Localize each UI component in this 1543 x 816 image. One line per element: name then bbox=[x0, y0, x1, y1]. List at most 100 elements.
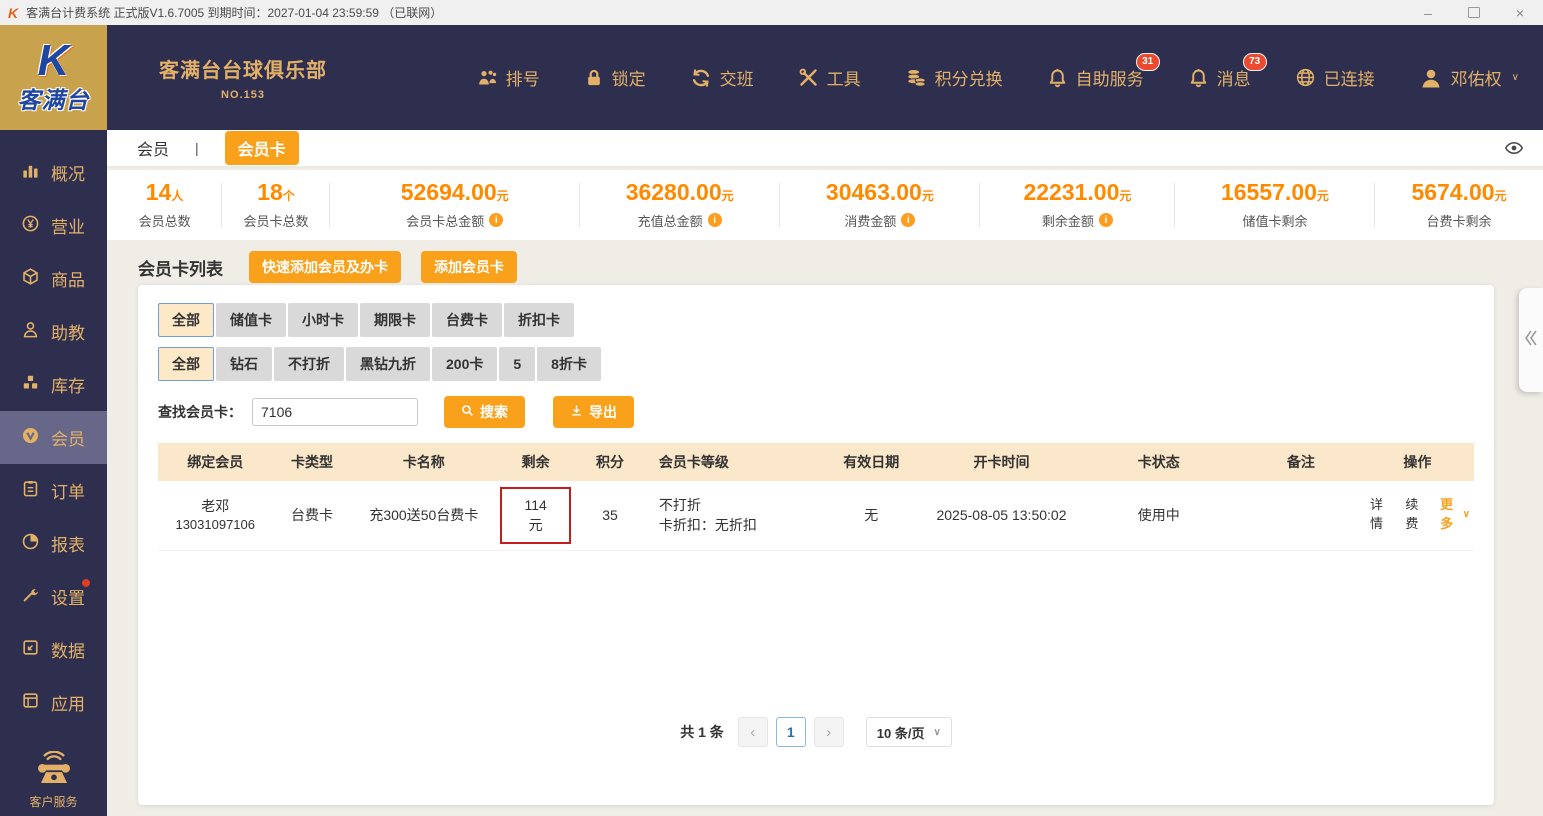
filter-level-black-diamond[interactable]: 黑钻九折 bbox=[346, 347, 430, 381]
nav-lock[interactable]: 锁定 bbox=[584, 65, 646, 90]
member-card-table: 绑定会员 卡类型 卡名称 剩余 积分 会员卡等级 有效日期 开卡时间 卡状态 备… bbox=[158, 443, 1474, 551]
settings-alert-dot bbox=[82, 579, 90, 587]
sidebar-item-members[interactable]: 会员 bbox=[0, 411, 107, 464]
prev-page-button[interactable]: ‹ bbox=[737, 717, 768, 747]
filter-level-no-discount[interactable]: 不打折 bbox=[274, 347, 344, 381]
stat-value: 5674.00 bbox=[1411, 178, 1495, 205]
nav-user-menu[interactable]: 邓佑权 ∨ bbox=[1419, 65, 1519, 90]
nav-label: 邓佑权 bbox=[1450, 70, 1502, 89]
nav-points-exchange[interactable]: 积分兑换 bbox=[905, 65, 1003, 90]
window-title-bar: K 客满台计费系统 正式版V1.6.7005 到期时间：2027-01-04 2… bbox=[0, 0, 1543, 25]
stat-value: 52694.00 bbox=[400, 178, 497, 205]
card-level: 不打折 bbox=[658, 497, 701, 513]
app-header: 客满台台球俱乐部 NO.153 排号 锁定 交班 工具 积分兑换 自助服务 31… bbox=[107, 25, 1543, 130]
col-card-type: 卡类型 bbox=[272, 443, 352, 481]
stat-stored-value-remaining: 16557.00元 储值卡剩余 bbox=[1175, 170, 1376, 240]
nav-messages[interactable]: 消息 73 bbox=[1188, 53, 1267, 90]
filter-level-diamond[interactable]: 钻石 bbox=[216, 347, 272, 381]
search-button[interactable]: 搜索 bbox=[444, 396, 525, 428]
bar-chart-icon bbox=[21, 161, 40, 185]
stat-value: 18 bbox=[257, 178, 283, 205]
nav-tools[interactable]: 工具 bbox=[798, 65, 861, 90]
customer-service[interactable]: 客户服务 bbox=[0, 750, 107, 810]
filter-type-term[interactable]: 期限卡 bbox=[360, 303, 430, 337]
search-input[interactable] bbox=[252, 398, 418, 426]
info-icon[interactable]: i bbox=[1098, 213, 1113, 227]
col-bound-member: 绑定会员 bbox=[158, 443, 273, 481]
user-icon bbox=[1419, 66, 1443, 90]
stat-unit: 元 bbox=[721, 188, 734, 203]
sidebar-item-label: 设置 bbox=[51, 589, 85, 608]
sidebar-item-reports[interactable]: 报表 bbox=[0, 517, 107, 570]
renew-link[interactable]: 续费 bbox=[1400, 496, 1423, 534]
more-link[interactable]: 更多 ∨ bbox=[1436, 496, 1470, 534]
stat-unit: 元 bbox=[921, 188, 934, 203]
eye-icon[interactable] bbox=[1505, 141, 1523, 155]
sidebar-item-orders[interactable]: 订单 bbox=[0, 464, 107, 517]
stat-label: 充值总金额 bbox=[637, 213, 703, 229]
stat-label: 剩余金额 bbox=[1041, 213, 1094, 229]
remaining-value: 114元 bbox=[524, 497, 547, 534]
more-label: 更多 bbox=[1440, 497, 1454, 532]
filter-level-200-card[interactable]: 200卡 bbox=[432, 347, 498, 381]
search-bar: 查找会员卡： 搜索 导出 bbox=[158, 396, 1474, 428]
wrench-icon bbox=[21, 585, 40, 609]
tab-members[interactable]: 会员 bbox=[137, 136, 169, 160]
download-icon bbox=[570, 404, 583, 420]
maximize-button[interactable] bbox=[1451, 0, 1497, 25]
stat-table-fee-remaining: 5674.00元 台费卡剩余 bbox=[1375, 170, 1543, 240]
next-page-button[interactable]: › bbox=[813, 717, 844, 747]
filter-type-stored-value[interactable]: 储值卡 bbox=[216, 303, 286, 337]
sidebar-item-label: 数据 bbox=[51, 642, 85, 661]
stat-label: 储值卡剩余 bbox=[1242, 213, 1308, 229]
sidebar-item-label: 库存 bbox=[51, 377, 85, 396]
sidebar-item-label: 报表 bbox=[51, 536, 85, 555]
stat-total-cards: 18个 会员卡总数 bbox=[222, 170, 330, 240]
coins-icon bbox=[905, 67, 927, 89]
sidebar-item-settings[interactable]: 设置 bbox=[0, 570, 107, 623]
quick-add-member-button[interactable]: 快速添加会员及办卡 bbox=[249, 251, 401, 283]
cell-card-status: 使用中 bbox=[1076, 481, 1241, 551]
sidebar: 概况 营业 商品 助教 库存 会员 订单 报表 设置 数据 应用 客户服务 bbox=[0, 130, 107, 816]
filter-type-table-fee[interactable]: 台费卡 bbox=[432, 303, 502, 337]
stat-consumed-amount: 30463.00元 消费金额 i bbox=[780, 170, 981, 240]
table-row: 老邓 13031097106 台费卡 充300送50台费卡 114元 35 不打… bbox=[158, 481, 1474, 551]
sidebar-item-apps[interactable]: 应用 bbox=[0, 676, 107, 729]
minimize-button[interactable]: – bbox=[1405, 0, 1451, 25]
filter-level-5[interactable]: 5 bbox=[499, 347, 536, 381]
filter-type-discount[interactable]: 折扣卡 bbox=[504, 303, 574, 337]
sidebar-item-inventory[interactable]: 库存 bbox=[0, 358, 107, 411]
nav-label: 已连接 bbox=[1323, 70, 1375, 89]
close-button[interactable]: × bbox=[1497, 0, 1543, 25]
queue-people-icon bbox=[477, 67, 498, 88]
collapse-panel-handle[interactable] bbox=[1519, 288, 1543, 392]
stat-unit: 元 bbox=[496, 188, 509, 203]
sidebar-item-overview[interactable]: 概况 bbox=[0, 146, 107, 199]
info-icon[interactable]: i bbox=[489, 213, 504, 227]
info-icon[interactable]: i bbox=[901, 213, 916, 227]
tab-bar: 会员 | 会员卡 bbox=[107, 130, 1543, 168]
nav-connection-status[interactable]: 已连接 bbox=[1295, 65, 1375, 90]
nav-self-service[interactable]: 自助服务 31 bbox=[1047, 53, 1160, 90]
nav-shift-change[interactable]: 交班 bbox=[690, 65, 754, 90]
detail-link[interactable]: 详情 bbox=[1365, 496, 1388, 534]
cell-remark bbox=[1241, 481, 1361, 551]
page-size-select[interactable]: 10 条/页 ∨ bbox=[865, 717, 952, 747]
add-member-card-button[interactable]: 添加会员卡 bbox=[421, 251, 517, 283]
info-icon[interactable]: i bbox=[707, 213, 722, 227]
export-button[interactable]: 导出 bbox=[553, 396, 634, 428]
filter-level-all[interactable]: 全部 bbox=[158, 347, 214, 381]
filter-level-8-discount[interactable]: 8折卡 bbox=[537, 347, 601, 381]
filter-type-all[interactable]: 全部 bbox=[158, 303, 214, 337]
tab-member-cards[interactable]: 会员卡 bbox=[224, 131, 299, 165]
sidebar-item-goods[interactable]: 商品 bbox=[0, 252, 107, 305]
sidebar-item-coach[interactable]: 助教 bbox=[0, 305, 107, 358]
sidebar-item-business[interactable]: 营业 bbox=[0, 199, 107, 252]
filter-type-hourly[interactable]: 小时卡 bbox=[288, 303, 358, 337]
chevron-down-icon: ∨ bbox=[933, 726, 941, 738]
doc-export-icon bbox=[21, 638, 40, 662]
sidebar-item-data[interactable]: 数据 bbox=[0, 623, 107, 676]
nav-label: 工具 bbox=[826, 70, 861, 89]
page-1-button[interactable]: 1 bbox=[775, 717, 806, 747]
nav-queue-number[interactable]: 排号 bbox=[477, 65, 540, 90]
